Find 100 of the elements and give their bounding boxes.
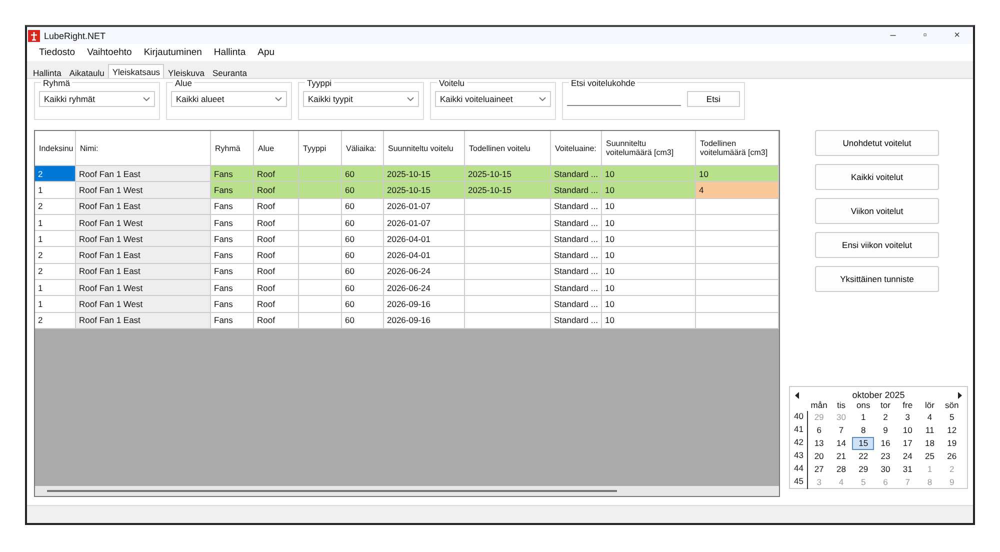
table-cell: 2026-06-24: [384, 264, 465, 280]
calendar-day[interactable]: 21: [830, 450, 852, 463]
calendar-day[interactable]: 31: [896, 463, 919, 476]
weekday-label: tor: [880, 400, 892, 411]
window-control-button[interactable]: –: [877, 27, 909, 44]
column-header[interactable]: Ryhmä: [211, 131, 254, 166]
table-cell: 1: [35, 182, 76, 199]
action-button[interactable]: Ensi viikon voitelut: [815, 232, 939, 258]
weekday-label: tis: [836, 400, 846, 411]
calendar-day[interactable]: 12: [940, 424, 963, 437]
calendar-day[interactable]: 24: [896, 450, 919, 463]
table-cell: 4: [696, 182, 779, 199]
menu-item[interactable]: Hallinta: [208, 47, 252, 58]
weekday-label: ons: [855, 400, 872, 411]
previous-month-icon[interactable]: [794, 392, 800, 398]
calendar-day[interactable]: 9: [874, 424, 897, 437]
calendar-day[interactable]: 8: [852, 424, 874, 437]
calendar-day[interactable]: 18: [918, 437, 941, 450]
calendar-day[interactable]: 1: [852, 411, 874, 424]
calendar-day[interactable]: 26: [940, 450, 963, 463]
tab[interactable]: Aikataulu: [65, 66, 108, 78]
calendar-day[interactable]: 2: [874, 411, 897, 424]
calendar-day[interactable]: 20: [808, 450, 830, 463]
calendar-day[interactable]: 5: [940, 411, 963, 424]
calendar-day[interactable]: 27: [808, 463, 830, 476]
table-cell: Roof Fan 1 West: [76, 296, 211, 313]
table-cell: Fans: [211, 214, 254, 232]
table-cell: 2026-01-07: [384, 198, 465, 215]
dropdown[interactable]: Kaikki ryhmät: [39, 91, 155, 107]
next-month-icon[interactable]: [956, 392, 963, 398]
calendar-day[interactable]: 22: [852, 450, 874, 463]
calendar-day[interactable]: 17: [896, 437, 919, 450]
dropdown[interactable]: Kaikki voiteluaineet: [435, 91, 551, 107]
calendar-day[interactable]: 4: [918, 411, 941, 424]
table-cell: Roof: [254, 312, 299, 329]
table-cell: 2: [35, 312, 76, 329]
group-label: Alue: [173, 79, 194, 88]
search-button[interactable]: Etsi: [687, 91, 740, 107]
table-cell: [299, 231, 342, 248]
table-cell: 2026-04-01: [384, 231, 465, 248]
table-cell: Roof: [254, 264, 299, 280]
calendar-day[interactable]: 28: [830, 463, 852, 476]
calendar-day[interactable]: 6: [808, 424, 830, 437]
table-cell: 10: [602, 182, 696, 199]
window-control-button[interactable]: ▫: [909, 27, 941, 44]
column-header[interactable]: Nimi:: [76, 131, 211, 166]
column-header[interactable]: Indeksinu: [35, 131, 76, 166]
dropdown[interactable]: Kaikki alueet: [171, 91, 287, 107]
action-button[interactable]: Yksittäinen tunniste: [815, 266, 939, 292]
column-header[interactable]: Voiteluaine:: [551, 131, 602, 166]
chevron-icon: [407, 97, 414, 101]
calendar-day[interactable]: 30: [874, 463, 897, 476]
calendar-day[interactable]: 29: [852, 463, 874, 476]
column-header[interactable]: Todellinen voitelu: [465, 131, 551, 166]
column-header[interactable]: Suunniteltu voitelu: [384, 131, 465, 166]
calendar-day[interactable]: 11: [918, 424, 941, 437]
menu-item[interactable]: Tiedosto: [33, 47, 82, 58]
table-cell: Roof: [254, 280, 299, 296]
table-cell: 60: [342, 247, 384, 264]
table-cell: 60: [342, 264, 384, 280]
column-header[interactable]: Todellinen voitelumäärä [cm3]: [696, 131, 779, 166]
column-header[interactable]: Väliaika:: [342, 131, 384, 166]
tab[interactable]: Yleiskatsaus: [108, 64, 164, 78]
action-button[interactable]: Unohdetut voitelut: [815, 130, 939, 156]
chevron-icon: [275, 97, 282, 101]
calendar-day[interactable]: 13: [808, 437, 830, 450]
tab[interactable]: Yleiskuva: [164, 66, 208, 78]
column-header[interactable]: Suunniteltu voitelumäärä [cm3]: [602, 131, 696, 166]
window-control-button[interactable]: ×: [941, 27, 973, 44]
tab[interactable]: Seuranta: [208, 66, 251, 78]
table-cell: 60: [342, 280, 384, 296]
column-header[interactable]: Tyyppi: [299, 131, 342, 166]
horizontal-scrollbar[interactable]: [35, 486, 779, 496]
calendar-day[interactable]: 10: [896, 424, 919, 437]
tab[interactable]: Hallinta: [29, 66, 66, 78]
table-cell: 2026-01-07: [384, 214, 465, 232]
menu-item[interactable]: Apu: [252, 47, 281, 58]
calendar-day[interactable]: 7: [830, 424, 852, 437]
calendar-day[interactable]: 3: [896, 411, 919, 424]
action-button[interactable]: Kaikki voitelut: [815, 164, 939, 190]
table-cell: Fans: [211, 312, 254, 329]
calendar-day[interactable]: 25: [918, 450, 941, 463]
action-button[interactable]: Viikon voitelut: [815, 198, 939, 224]
group-label: Ryhmä: [41, 79, 72, 88]
dropdown[interactable]: Kaikki tyypit: [303, 91, 419, 107]
table-cell: Roof Fan 1 West: [76, 280, 211, 296]
table-cell: Fans: [211, 166, 254, 182]
table-cell: 2025-10-15: [384, 166, 465, 182]
calendar-day[interactable]: 19: [940, 437, 963, 450]
menu-item[interactable]: Vaihtoehto: [81, 47, 138, 58]
calendar-day[interactable]: 23: [874, 450, 897, 463]
table-cell: Standard ...: [551, 182, 602, 199]
table-cell: 10: [602, 247, 696, 264]
calendar-day[interactable]: 15: [852, 437, 874, 450]
calendar-day[interactable]: 14: [830, 437, 852, 450]
table-cell: 1: [35, 296, 76, 313]
column-header[interactable]: Alue: [254, 131, 299, 166]
menu-item[interactable]: Kirjautuminen: [138, 47, 208, 58]
table-cell: 2: [35, 198, 76, 215]
calendar-day[interactable]: 16: [874, 437, 897, 450]
